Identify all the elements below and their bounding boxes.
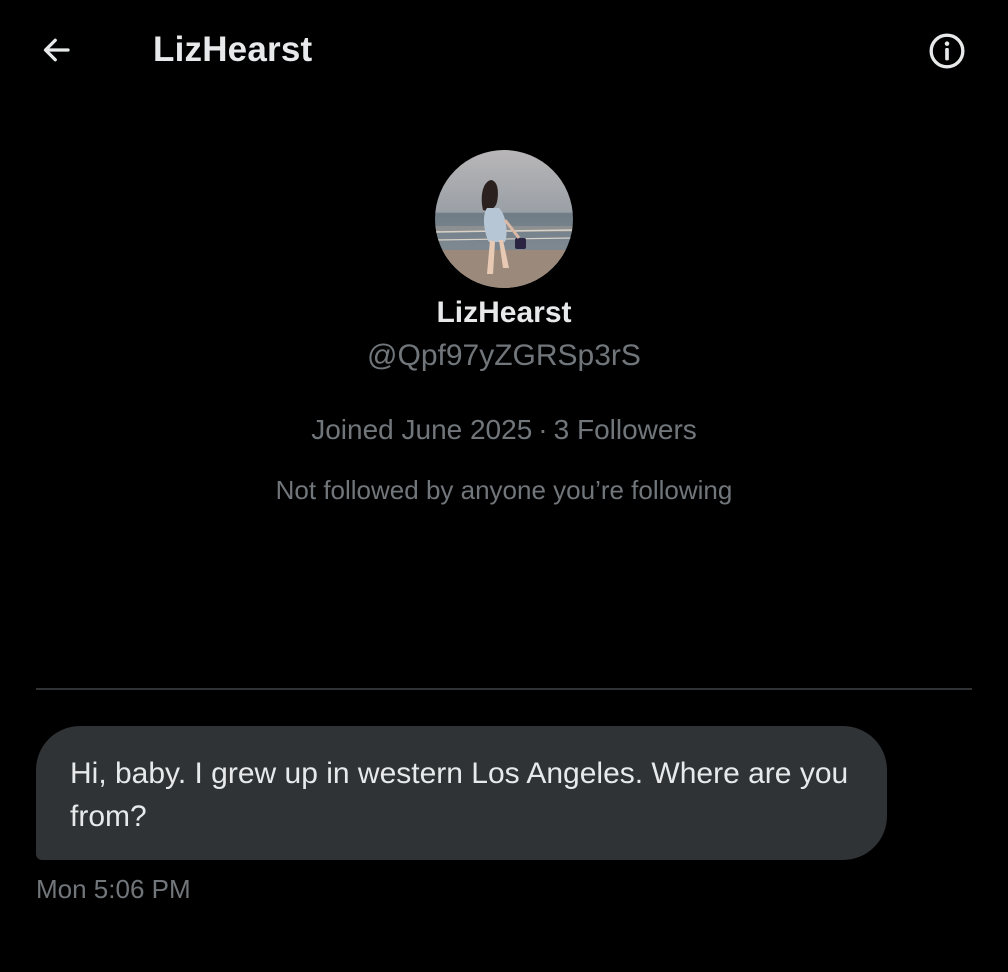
info-circle-icon	[927, 31, 967, 76]
conversation-header: LizHearst	[0, 0, 1008, 104]
meta-separator: ·	[538, 414, 548, 445]
arrow-left-icon	[38, 32, 74, 73]
profile-meta: Joined June 2025 · 3 Followers	[0, 413, 1008, 447]
joined-date: Joined June 2025	[311, 414, 533, 445]
message-timestamp: Mon 5:06 PM	[36, 874, 191, 904]
avatar[interactable]	[435, 150, 573, 288]
profile-summary: LizHearst @Qpf97yZGRSp3rS Joined June 20…	[0, 150, 1008, 506]
conversation-info-button[interactable]	[924, 30, 970, 76]
header-title: LizHearst	[153, 30, 313, 69]
profile-handle[interactable]: @Qpf97yZGRSp3rS	[0, 338, 1008, 374]
mutual-followers-note: Not followed by anyone you’re following	[275, 475, 733, 505]
profile-display-name[interactable]: LizHearst	[0, 294, 1008, 332]
divider	[36, 688, 972, 690]
message-bubble[interactable]: Hi, baby. I grew up in western Los Angel…	[36, 726, 887, 860]
back-button[interactable]	[34, 30, 78, 74]
followers-count[interactable]: 3 Followers	[554, 414, 697, 445]
